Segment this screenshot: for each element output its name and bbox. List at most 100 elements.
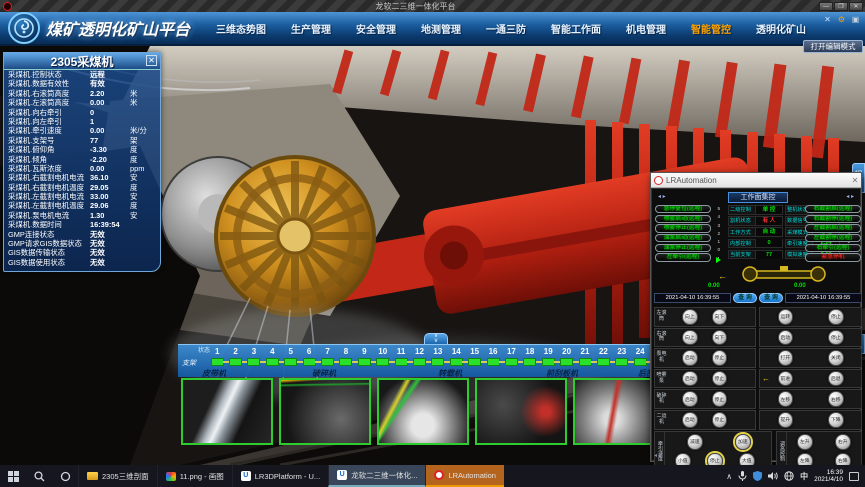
support-status-square[interactable] <box>505 358 518 366</box>
taskbar-item-5[interactable]: LRAutomation <box>425 465 504 487</box>
remote-button-right-4[interactable]: 左截割停(远程) <box>805 234 861 242</box>
support-status-square[interactable] <box>615 358 628 366</box>
support-status-square[interactable] <box>395 358 408 366</box>
open-edit-mode-button[interactable]: 打开编辑模式 <box>803 40 863 53</box>
maximize-button[interactable]: ❐ <box>834 2 848 11</box>
menu-item-9[interactable]: 透明化矿山 <box>756 21 806 36</box>
ime-indicator[interactable]: 中 <box>800 471 808 482</box>
remote-button-right-3[interactable]: 左截割启(远程) <box>805 224 861 232</box>
close-button[interactable]: ✕ <box>849 2 863 11</box>
nav-arrows-left[interactable]: ◂ ▸ <box>658 193 666 200</box>
tools-icon[interactable]: ✕ <box>822 14 833 25</box>
circle-button[interactable]: 向上 <box>682 309 698 325</box>
circle-button[interactable]: 停止 <box>828 330 844 346</box>
support-status-square[interactable] <box>597 358 610 366</box>
camera-thumbnail-3[interactable] <box>377 378 469 445</box>
remote-button-left-3[interactable]: 喷雾停止(远程) <box>655 224 711 232</box>
menu-item-6[interactable]: 智能工作面 <box>551 21 601 36</box>
support-status-square[interactable] <box>523 358 536 366</box>
lra-bottom-arrows[interactable]: ◂ ▸ <box>654 452 662 459</box>
menu-item-7[interactable]: 机电管理 <box>626 21 666 36</box>
support-status-square[interactable] <box>487 358 500 366</box>
circle-button[interactable]: 左移 <box>778 391 794 407</box>
circle-button[interactable]: 右升 <box>835 434 851 450</box>
screen-icon[interactable]: ▣ <box>850 14 861 25</box>
action-center-icon[interactable] <box>849 472 859 481</box>
minimize-button[interactable]: — <box>819 2 833 11</box>
support-status-square[interactable] <box>247 358 260 366</box>
support-status-square[interactable] <box>266 358 279 366</box>
menu-item-3[interactable]: 安全管理 <box>356 21 396 36</box>
circle-button[interactable]: 前进 <box>778 371 794 387</box>
support-status-square[interactable] <box>211 358 224 366</box>
query-button-left[interactable]: 查 询 <box>733 293 757 303</box>
support-status-square[interactable] <box>321 358 334 366</box>
support-status-square[interactable] <box>303 358 316 366</box>
support-status-square[interactable] <box>358 358 371 366</box>
remote-button-left-2[interactable]: 喷雾启动(远程) <box>655 215 711 223</box>
circle-button[interactable]: 停止 <box>712 412 728 428</box>
hidden-icons-chevron[interactable]: ∧ <box>726 472 732 481</box>
camera-thumbnail-2[interactable] <box>279 378 371 445</box>
remote-button-left-5[interactable]: 油泵停止(远程) <box>655 244 711 252</box>
remote-button-left-4[interactable]: 油泵启动(远程) <box>655 234 711 242</box>
support-status-square[interactable] <box>468 358 481 366</box>
taskbar-item-2[interactable]: 11.png - 画图 <box>157 465 232 487</box>
remote-button-left-6[interactable]: 左牵引(远程) <box>655 253 711 261</box>
circle-button[interactable]: 停止 <box>712 371 728 387</box>
camera-thumbnail-4[interactable] <box>475 378 567 445</box>
circle-button[interactable]: 后退 <box>828 371 844 387</box>
nav-arrows-right[interactable]: ◂ ▸ <box>846 193 854 200</box>
search-icon[interactable] <box>26 465 52 487</box>
remote-button-right-5[interactable]: 右牵引(远程) <box>805 244 861 252</box>
circle-button[interactable]: 启动 <box>682 412 698 428</box>
remote-button-right-2[interactable]: 右截割停(远程) <box>805 215 861 223</box>
circle-button[interactable]: 向下 <box>712 330 728 346</box>
panel-close-icon[interactable]: ✕ <box>146 55 157 66</box>
circle-button[interactable]: 提升 <box>778 412 794 428</box>
circle-button[interactable]: 启动 <box>778 330 794 346</box>
circle-button[interactable]: 加速 <box>735 434 751 450</box>
circle-button[interactable]: 减速 <box>687 434 703 450</box>
support-status-square[interactable] <box>413 358 426 366</box>
speaker-icon[interactable] <box>768 471 778 481</box>
circle-button[interactable]: 关闭 <box>828 350 844 366</box>
remote-button-right-6[interactable]: 紧急停机 <box>805 253 861 261</box>
support-status-square[interactable] <box>450 358 463 366</box>
circle-button[interactable]: 启动 <box>682 391 698 407</box>
support-status-square[interactable] <box>229 358 242 366</box>
menu-item-8[interactable]: 智能管控 <box>691 21 731 36</box>
taskbar-item-1[interactable]: 2305三维剖面 <box>78 465 157 487</box>
taskbar-clock[interactable]: 16:39 2021/4/10 <box>814 469 843 484</box>
circle-button[interactable]: 左升 <box>797 434 813 450</box>
support-status-square[interactable] <box>560 358 573 366</box>
circle-button[interactable]: 停止 <box>712 391 728 407</box>
menu-item-5[interactable]: 一通三防 <box>486 21 526 36</box>
menu-item-1[interactable]: 三维态势图 <box>216 21 266 36</box>
network-globe-icon[interactable] <box>784 471 794 481</box>
circle-button[interactable]: 停止 <box>828 309 844 325</box>
support-status-square[interactable] <box>339 358 352 366</box>
support-status-square[interactable] <box>431 358 444 366</box>
lra-titlebar[interactable]: LRAutomation ✕ <box>651 173 861 188</box>
support-status-square[interactable] <box>542 358 555 366</box>
circle-button[interactable]: 启动 <box>682 350 698 366</box>
start-button[interactable] <box>0 465 26 487</box>
circle-button[interactable]: 打开 <box>778 350 794 366</box>
support-status-square[interactable] <box>376 358 389 366</box>
microphone-icon[interactable] <box>738 471 747 481</box>
circle-button[interactable]: 向下 <box>712 309 728 325</box>
query-button-right[interactable]: 查 询 <box>759 293 783 303</box>
circle-button[interactable]: 启动 <box>682 371 698 387</box>
defender-shield-icon[interactable] <box>753 471 762 481</box>
circle-button[interactable]: 向上 <box>682 330 698 346</box>
support-status-square[interactable] <box>634 358 647 366</box>
circle-button[interactable]: 运转 <box>778 309 794 325</box>
camera-thumbnail-1[interactable] <box>181 378 273 445</box>
cortana-icon[interactable] <box>52 465 78 487</box>
circle-button[interactable]: 停止 <box>712 350 728 366</box>
circle-button[interactable]: 右移 <box>828 391 844 407</box>
support-status-square[interactable] <box>284 358 297 366</box>
lra-close-icon[interactable]: ✕ <box>849 176 861 185</box>
remote-button-right-1[interactable]: 右截割启(远程) <box>805 205 861 213</box>
